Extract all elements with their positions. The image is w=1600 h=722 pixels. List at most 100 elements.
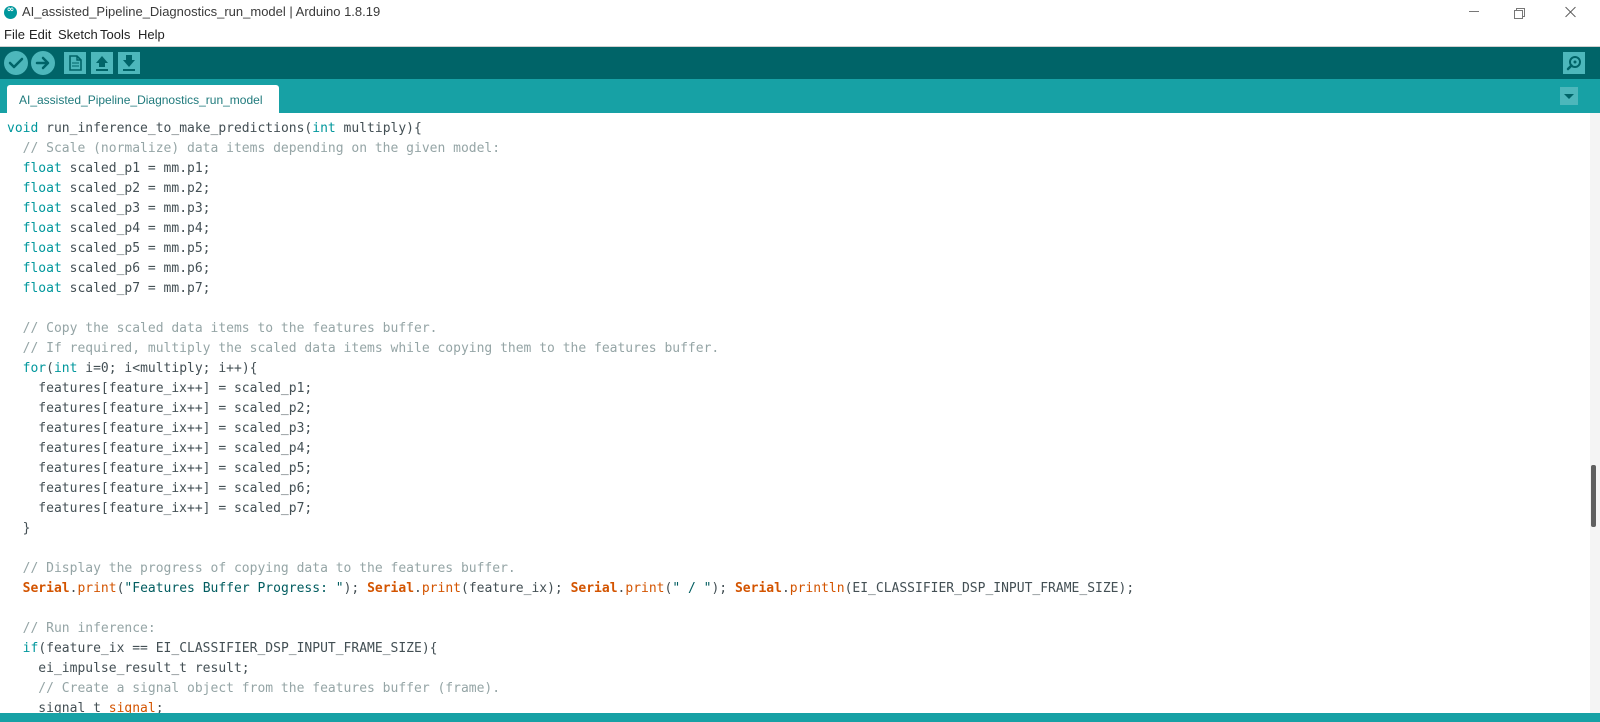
code-token: multiply){ (335, 121, 422, 136)
scrollbar-thumb[interactable] (1591, 465, 1596, 527)
code-token: features[feature_ix++] = scaled_p2; (7, 401, 313, 416)
minimize-button[interactable] (1452, 0, 1498, 24)
code-line[interactable]: features[feature_ix++] = scaled_p4; (7, 439, 1134, 459)
code-token: // Create a signal object from the featu… (7, 681, 501, 696)
code-token: float (22, 181, 62, 196)
code-token: ei_impulse_result_t result; (7, 661, 250, 676)
code-token: signal_t (7, 701, 109, 713)
code-token: ( (46, 361, 54, 376)
code-line[interactable]: // Scale (normalize) data items dependin… (7, 139, 1134, 159)
code-token: float (22, 261, 62, 276)
code-token: features[feature_ix++] = scaled_p4; (7, 441, 313, 456)
code-token: for (22, 361, 47, 376)
arduino-logo-glyph: ∞ (6, 5, 15, 15)
code-token: (EI_CLASSIFIER_DSP_INPUT_FRAME_SIZE); (844, 581, 1135, 596)
code-token: float (22, 281, 62, 296)
close-button[interactable] (1548, 0, 1594, 24)
code-line[interactable]: // Display the progress of copying data … (7, 559, 1134, 579)
code-line[interactable]: float scaled_p4 = mm.p4; (7, 219, 1134, 239)
verify-button[interactable] (4, 51, 28, 75)
code-line[interactable]: // Copy the scaled data items to the fea… (7, 319, 1134, 339)
code-token: } (7, 521, 31, 536)
code-line[interactable]: // Run inference: (7, 619, 1134, 639)
code-token: print (421, 581, 461, 596)
new-sketch-button[interactable] (64, 52, 86, 74)
menu-edit[interactable]: Edit (29, 27, 51, 42)
code-line[interactable]: void run_inference_to_make_predictions(i… (7, 119, 1134, 139)
code-token: // Scale (normalize) data items dependin… (7, 141, 501, 156)
code-line[interactable]: features[feature_ix++] = scaled_p6; (7, 479, 1134, 499)
code-token: scaled_p6 = mm.p6; (61, 261, 211, 276)
serial-monitor-icon (1566, 56, 1581, 71)
code-line[interactable]: float scaled_p6 = mm.p6; (7, 259, 1134, 279)
code-line[interactable]: } (7, 519, 1134, 539)
vertical-scrollbar[interactable] (1590, 113, 1600, 713)
code-line[interactable]: signal_t signal; (7, 699, 1134, 713)
code-editor[interactable]: void run_inference_to_make_predictions(i… (0, 113, 1590, 713)
code-token: int (53, 361, 78, 376)
menu-tools[interactable]: Tools (100, 27, 130, 42)
title-bar: ∞ AI_assisted_Pipeline_Diagnostics_run_m… (0, 0, 1600, 24)
code-token: Serial (734, 581, 782, 596)
code-token: ); (711, 581, 735, 596)
serial-monitor-button[interactable] (1563, 52, 1585, 74)
upload-button[interactable] (31, 51, 55, 75)
arduino-logo-icon: ∞ (4, 5, 17, 19)
code-line[interactable]: // Create a signal object from the featu… (7, 679, 1134, 699)
code-line[interactable]: float scaled_p2 = mm.p2; (7, 179, 1134, 199)
code-token: signal (108, 701, 156, 713)
code-token: " / " (672, 581, 712, 596)
code-line[interactable] (7, 599, 1134, 619)
restore-button[interactable] (1498, 0, 1544, 24)
code-token: print (77, 581, 117, 596)
code-line[interactable]: features[feature_ix++] = scaled_p5; (7, 459, 1134, 479)
code-line[interactable]: float scaled_p1 = mm.p1; (7, 159, 1134, 179)
code-token: features[feature_ix++] = scaled_p5; (7, 461, 313, 476)
code-token: . (781, 581, 790, 596)
code-token: features[feature_ix++] = scaled_p1; (7, 381, 313, 396)
code-line[interactable]: features[feature_ix++] = scaled_p7; (7, 499, 1134, 519)
code-token: scaled_p5 = mm.p5; (61, 241, 211, 256)
code-token: ); (343, 581, 368, 596)
code-line[interactable]: // If required, multiply the scaled data… (7, 339, 1134, 359)
code-line[interactable]: Serial.print("Features Buffer Progress: … (7, 579, 1135, 599)
code-token: // If required, multiply the scaled data… (7, 341, 720, 356)
menu-sketch[interactable]: Sketch (58, 27, 98, 42)
menu-help[interactable]: Help (138, 27, 165, 42)
code-line[interactable]: float scaled_p7 = mm.p7; (7, 279, 1134, 299)
open-sketch-button[interactable] (91, 52, 113, 74)
code-token: // Run inference: (7, 621, 156, 636)
code-line[interactable]: float scaled_p3 = mm.p3; (7, 199, 1134, 219)
code-token: i=0; i<multiply; i++){ (77, 361, 258, 376)
code-token: Serial (570, 581, 618, 596)
code-token: ; (155, 701, 164, 713)
code-token: (feature_ix == EI_CLASSIFIER_DSP_INPUT_F… (38, 641, 438, 656)
code-line[interactable]: ei_impulse_result_t result; (7, 659, 1134, 679)
code-line[interactable] (7, 539, 1134, 559)
code-line[interactable]: float scaled_p5 = mm.p5; (7, 239, 1134, 259)
code-line[interactable]: features[feature_ix++] = scaled_p1; (7, 379, 1134, 399)
tab-sketch[interactable]: AI_assisted_Pipeline_Diagnostics_run_mod… (7, 85, 279, 113)
tab-menu-button[interactable] (1560, 87, 1578, 105)
code-token: println (789, 581, 845, 596)
save-sketch-button[interactable] (118, 52, 140, 74)
code-line[interactable]: if(feature_ix == EI_CLASSIFIER_DSP_INPUT… (7, 639, 1134, 659)
menu-file[interactable]: File (4, 27, 25, 42)
code-token: Serial (22, 581, 70, 596)
code-text[interactable]: void run_inference_to_make_predictions(i… (7, 119, 1134, 713)
code-line[interactable]: features[feature_ix++] = scaled_p2; (7, 399, 1134, 419)
code-token: scaled_p2 = mm.p2; (61, 181, 211, 196)
code-line[interactable]: for(int i=0; i<multiply; i++){ (7, 359, 1134, 379)
code-line[interactable]: features[feature_ix++] = scaled_p3; (7, 419, 1134, 439)
code-token: float (22, 161, 62, 176)
code-line[interactable] (7, 299, 1134, 319)
code-token: float (22, 201, 62, 216)
